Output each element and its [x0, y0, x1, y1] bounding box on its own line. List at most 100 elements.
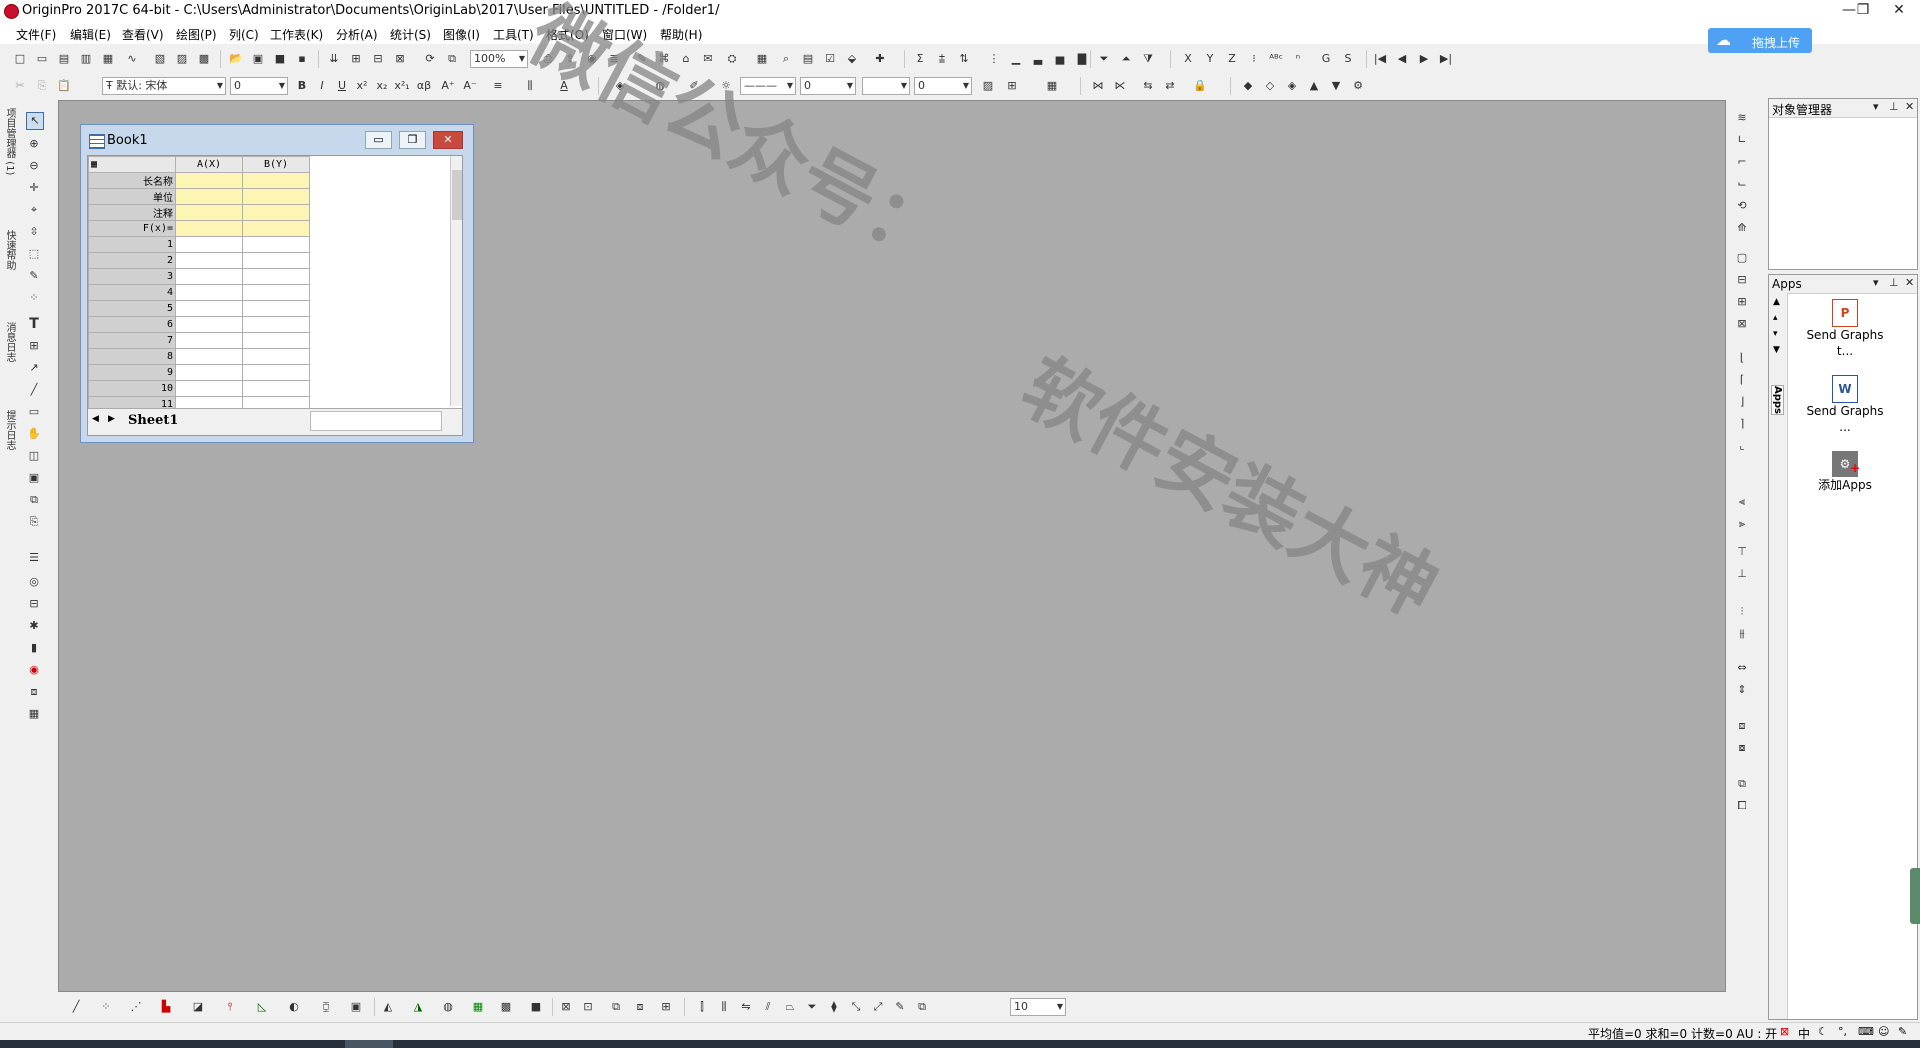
- import-wizard-icon[interactable]: ⊠: [392, 51, 408, 67]
- cell[interactable]: [175, 236, 243, 253]
- tab-prev-icon[interactable]: ◀: [92, 414, 99, 424]
- ime-punct-icon[interactable]: °,: [1838, 1025, 1847, 1038]
- layer-tool-icon[interactable]: ⊟: [26, 596, 42, 612]
- font-color-icon[interactable]: A: [556, 78, 572, 94]
- panel-menu-icon[interactable]: ▾: [1873, 276, 1879, 289]
- cell[interactable]: [242, 380, 310, 397]
- cell[interactable]: [242, 348, 310, 365]
- menu-help[interactable]: 帮助(H): [660, 26, 702, 43]
- record-tool-icon[interactable]: ◉: [26, 662, 42, 678]
- tab-next-icon[interactable]: ▶: [108, 414, 115, 424]
- ime-moon-icon[interactable]: ☾: [1818, 1025, 1828, 1038]
- save-icon[interactable]: ■: [272, 51, 288, 67]
- data-selector-icon[interactable]: ⇳: [26, 224, 42, 240]
- regional-mask-icon[interactable]: ⬚: [26, 246, 42, 262]
- rectangle-tool-icon[interactable]: ▭: [26, 404, 42, 420]
- pattern-value-select[interactable]: 0 ▼: [914, 77, 972, 95]
- menu-file[interactable]: 文件(F): [16, 26, 56, 43]
- superscript-icon[interactable]: x²: [354, 78, 370, 94]
- zoom-tool-icon[interactable]: ⌕: [778, 51, 794, 67]
- ime-keyboard-icon[interactable]: ⌨: [1858, 1025, 1874, 1038]
- sum-icon[interactable]: Σ: [912, 51, 928, 67]
- panel-menu-icon[interactable]: ▾: [1873, 100, 1879, 113]
- menu-tools[interactable]: 工具(T): [493, 26, 534, 43]
- row-header[interactable]: 8: [88, 348, 176, 365]
- polar-plot-icon[interactable]: ◐: [286, 999, 302, 1015]
- sort-icon[interactable]: ⇅: [956, 51, 972, 67]
- line-symbol-icon[interactable]: ⋰: [128, 999, 144, 1015]
- column-header-a[interactable]: A(X): [175, 156, 243, 173]
- row-header[interactable]: 4: [88, 284, 176, 301]
- menu-view[interactable]: 查看(V): [122, 26, 164, 43]
- row-header[interactable]: 10: [88, 380, 176, 397]
- ime-indicator-icon[interactable]: ⊠: [1780, 1025, 1789, 1038]
- new-project-icon[interactable]: □: [12, 51, 28, 67]
- open-icon[interactable]: 📂: [228, 51, 244, 67]
- axis-right-icon[interactable]: ⌙: [1734, 176, 1750, 192]
- ungroup-obj-icon[interactable]: ⧇: [1734, 740, 1750, 756]
- bar-chart-icon[interactable]: ▃: [1030, 51, 1046, 67]
- tilt-icon[interactable]: ⟰: [1734, 220, 1750, 236]
- same-width-icon[interactable]: ⇔: [1734, 660, 1750, 676]
- new-matrix-icon[interactable]: ▦: [100, 51, 116, 67]
- set-x-icon[interactable]: X: [1180, 51, 1196, 67]
- apps-side-tab[interactable]: Apps: [1771, 385, 1784, 416]
- settings-icon[interactable]: ⚙: [1350, 78, 1366, 94]
- subscript-icon[interactable]: x₂: [374, 78, 390, 94]
- bold-icon[interactable]: B: [294, 78, 310, 94]
- zoom-in-tool-icon[interactable]: ⊕: [26, 136, 42, 152]
- menu-window[interactable]: 窗口(W): [602, 26, 647, 43]
- open-template-icon[interactable]: ▣: [250, 51, 266, 67]
- same-height-icon[interactable]: ⇕: [1734, 682, 1750, 698]
- hand-tool-icon[interactable]: ✋: [26, 426, 42, 442]
- 3d-bar-icon[interactable]: ◮: [410, 999, 426, 1015]
- hatch-icon[interactable]: ▨: [980, 78, 996, 94]
- corner-tl-icon[interactable]: ⌈: [1734, 372, 1750, 388]
- region-tool-icon[interactable]: ◫: [26, 448, 42, 464]
- contour-icon[interactable]: ◪: [190, 999, 206, 1015]
- corner-bl-icon[interactable]: ⌊: [1734, 350, 1750, 366]
- import-csv-icon[interactable]: ⊞: [348, 51, 364, 67]
- results-log-icon[interactable]: ≣: [606, 51, 622, 67]
- fit-page-icon[interactable]: ⤢: [870, 999, 886, 1015]
- dock-tab-quick-help[interactable]: 快速帮助: [1, 230, 15, 270]
- filter-icon[interactable]: ⏷: [1096, 51, 1112, 67]
- cell[interactable]: [242, 316, 310, 333]
- corner-cell[interactable]: ▦: [88, 156, 176, 173]
- sheet-tab-sheet1[interactable]: Sheet1: [128, 413, 178, 428]
- cell[interactable]: [175, 316, 243, 333]
- line-tool-icon[interactable]: ╱: [26, 382, 42, 398]
- filter-clear-icon[interactable]: ⏶: [1118, 51, 1134, 67]
- upload-button[interactable]: ☁ 拖拽上传: [1708, 28, 1812, 53]
- unmerge-icon[interactable]: ⋉: [1112, 78, 1128, 94]
- cell[interactable]: [242, 188, 310, 205]
- extract-layer-icon[interactable]: ⧉: [608, 999, 624, 1015]
- color-palette-icon[interactable]: ◉: [584, 51, 600, 67]
- code-builder-icon[interactable]: ✎: [634, 51, 650, 67]
- open-explorer-icon[interactable]: ▦: [754, 51, 770, 67]
- command-window-icon[interactable]: ⌘: [656, 51, 672, 67]
- cell-border-icon[interactable]: ⊞: [1004, 78, 1020, 94]
- side-handle[interactable]: [1910, 868, 1920, 924]
- cell[interactable]: [175, 172, 243, 189]
- pointer-tool-icon[interactable]: ↖: [26, 112, 44, 130]
- set-y-icon[interactable]: Y: [1202, 51, 1218, 67]
- scroll-up-icon[interactable]: ▴: [1773, 313, 1778, 323]
- rotate-icon[interactable]: ⇄: [1162, 78, 1178, 94]
- pin-icon[interactable]: ⊥: [1889, 276, 1899, 289]
- export-icon[interactable]: ⇪: [562, 51, 578, 67]
- custom-routine-icon[interactable]: ☑: [822, 51, 838, 67]
- back-obj-icon[interactable]: ⧠: [1734, 798, 1750, 814]
- ime-user-icon[interactable]: ☺: [1878, 1025, 1889, 1038]
- resize-obj-icon[interactable]: ⤡: [848, 999, 864, 1015]
- ime-settings-icon[interactable]: ✎: [1898, 1025, 1907, 1038]
- clipboard-tool-icon[interactable]: ⎘: [26, 514, 42, 530]
- bottom-size-select[interactable]: 10 ▼: [1010, 998, 1066, 1016]
- row-header[interactable]: 9: [88, 364, 176, 381]
- group-obj-icon[interactable]: ⧈: [1734, 718, 1750, 734]
- menu-format[interactable]: 格式(O): [546, 26, 589, 43]
- filter-advanced-icon[interactable]: ⧩: [1140, 51, 1156, 67]
- area-plot-icon[interactable]: ◺: [254, 999, 270, 1015]
- cut-icon[interactable]: ✂: [12, 78, 28, 94]
- column-header-b[interactable]: B(Y): [242, 156, 310, 173]
